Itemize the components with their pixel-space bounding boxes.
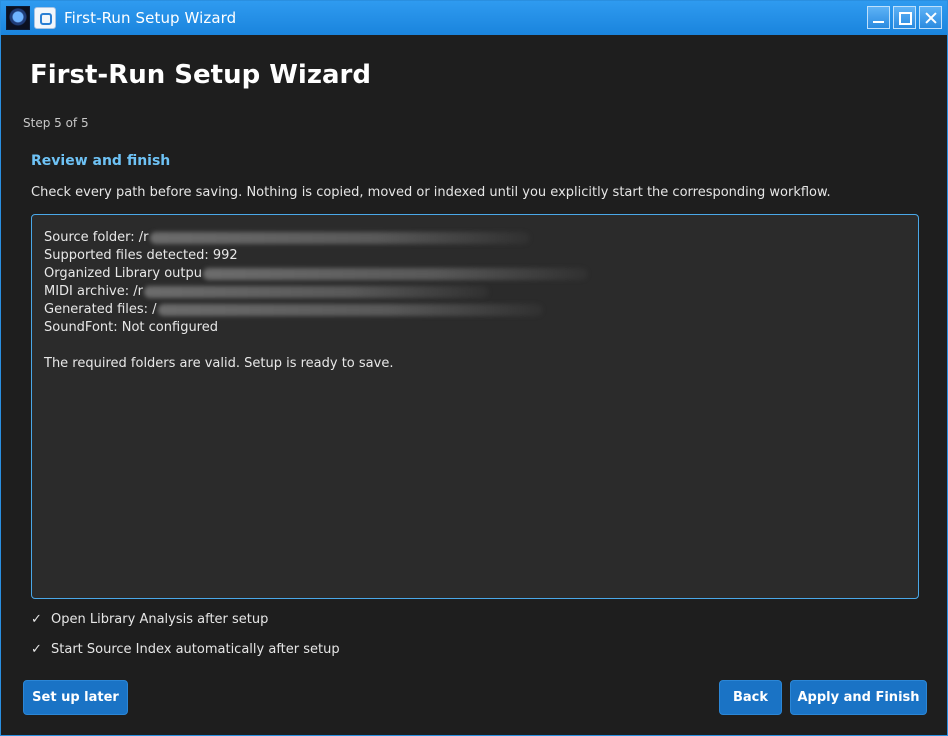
window-title: First-Run Setup Wizard [64,9,237,27]
section-description: Check every path before saving. Nothing … [31,185,831,200]
summary-textbox[interactable]: Source folder: /r Supported files detect… [31,214,919,599]
summary-supported-files: Supported files detected: 992 [44,247,906,265]
open-library-analysis-checkbox[interactable]: ✓ Open Library Analysis after setup [31,612,268,627]
setup-later-button[interactable]: Set up later [23,680,128,715]
title-bar[interactable]: First-Run Setup Wizard [1,1,947,35]
summary-midi-archive-text: MIDI archive: /r [44,284,143,299]
summary-generated-files: Generated files: / [44,301,906,319]
open-library-analysis-label: Open Library Analysis after setup [51,612,269,627]
redacted-path [203,267,588,280]
start-source-index-checkbox[interactable]: ✓ Start Source Index automatically after … [31,642,340,657]
summary-soundfont: SoundFont: Not configured [44,319,906,337]
checkmark-icon: ✓ [31,642,42,657]
section-title: Review and finish [31,153,171,169]
system-menu-logo-icon[interactable] [6,6,30,30]
setup-wizard-window: First-Run Setup Wizard First-Run Setup W… [0,0,948,736]
page-title: First-Run Setup Wizard [30,60,371,90]
summary-soundfont-text: SoundFont: Not configured [44,320,218,335]
redacted-path [149,231,530,244]
app-icon [34,7,56,29]
summary-source-folder: Source folder: /r [44,229,906,247]
summary-source-folder-text: Source folder: /r [44,230,149,245]
summary-midi-archive: MIDI archive: /r [44,283,906,301]
redacted-path [143,285,489,298]
summary-status-text: The required folders are valid. Setup is… [44,356,394,371]
summary-spacer [44,337,906,355]
start-source-index-label: Start Source Index automatically after s… [51,642,340,657]
maximize-button[interactable] [893,6,916,29]
step-indicator: Step 5 of 5 [23,116,89,130]
checkmark-icon: ✓ [31,612,42,627]
summary-status: The required folders are valid. Setup is… [44,355,906,373]
redacted-path [157,303,543,316]
close-button[interactable] [919,6,942,29]
back-button[interactable]: Back [719,680,782,715]
summary-generated-files-text: Generated files: / [44,302,157,317]
minimize-button[interactable] [867,6,890,29]
summary-supported-files-text: Supported files detected: 992 [44,248,238,263]
apply-and-finish-button[interactable]: Apply and Finish [790,680,927,715]
summary-organized-library: Organized Library outpu [44,265,906,283]
summary-organized-library-text: Organized Library outpu [44,266,202,281]
